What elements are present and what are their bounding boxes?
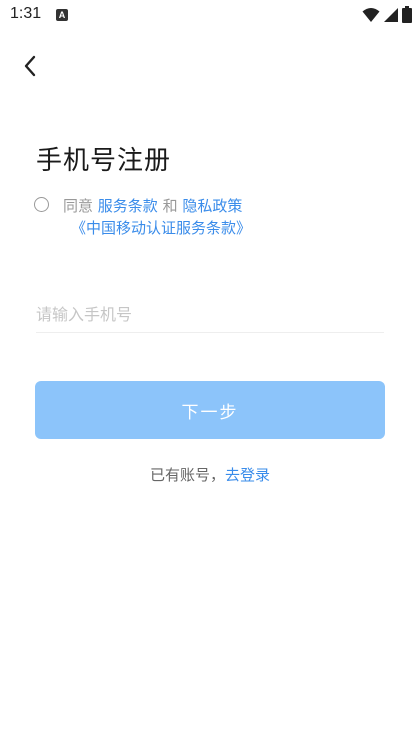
- battery-icon: [402, 6, 412, 23]
- and-label: 和: [162, 197, 178, 215]
- chevron-left-icon: [24, 55, 36, 77]
- login-hint: 已有账号，去登录: [0, 464, 420, 485]
- carrier-terms-link[interactable]: 《中国移动认证服务条款》: [71, 219, 251, 237]
- agreement-line-2: 《中国移动认证服务条款》: [71, 217, 251, 238]
- next-step-button[interactable]: 下一步: [35, 381, 385, 439]
- go-login-link[interactable]: 去登录: [225, 466, 270, 484]
- status-icons: [362, 6, 412, 23]
- back-button[interactable]: [14, 50, 46, 82]
- login-hint-text: 已有账号，: [149, 466, 225, 484]
- phone-number-input[interactable]: [36, 296, 384, 333]
- terms-of-service-link[interactable]: 服务条款: [98, 197, 158, 215]
- status-time: 1:31: [10, 5, 42, 22]
- agreement-line-1: 同意 服务条款 和 隐私政策: [63, 195, 242, 216]
- agree-radio[interactable]: [34, 197, 49, 212]
- wifi-icon: [362, 7, 380, 22]
- privacy-policy-link[interactable]: 隐私政策: [182, 197, 242, 215]
- app-notification-icon: A: [56, 9, 68, 21]
- signal-icon: [384, 7, 398, 22]
- status-bar: 1:31 A: [0, 0, 420, 30]
- agree-label: 同意: [63, 197, 94, 215]
- page-title: 手机号注册: [36, 146, 172, 176]
